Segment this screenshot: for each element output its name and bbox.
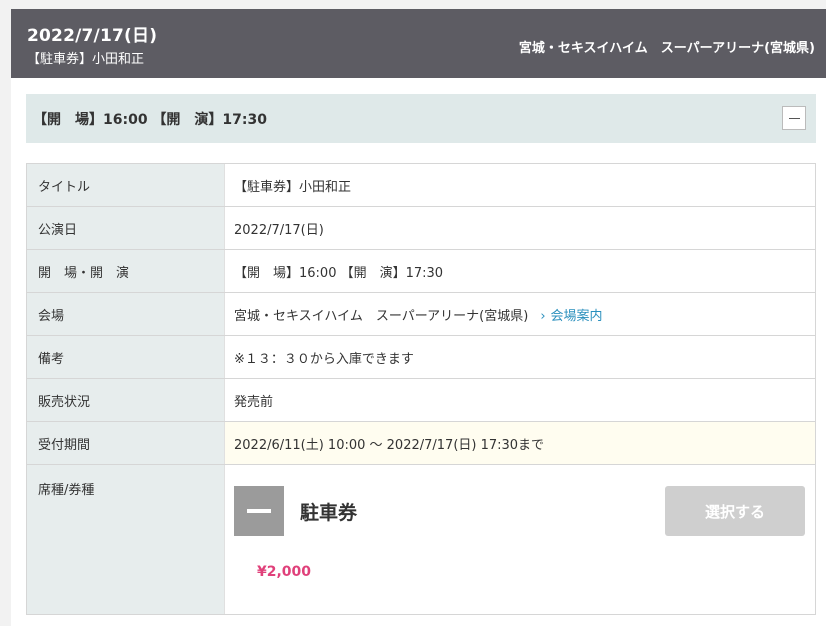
seat-collapse-icon[interactable] — [234, 486, 284, 536]
event-subtitle: 【駐車券】小田和正 — [27, 52, 145, 67]
row-label-seat: 席種/券種 — [27, 465, 225, 614]
table-row: 受付期間 2022/6/11(土) 10:00 ～ 2022/7/17(日) 1… — [27, 422, 815, 465]
seat-price: ¥2,000 — [257, 564, 312, 580]
row-value-open: 【開 場】16:00 【開 演】17:30 — [234, 265, 444, 281]
row-value-title: 【駐車券】小田和正 — [234, 179, 352, 195]
event-card: 2022/7/17(日) 【駐車券】小田和正 宮城・セキスイハイム スーパーアリ… — [11, 9, 826, 626]
row-value-venue: 宮城・セキスイハイム スーパーアリーナ(宮城県) › 会場案内 — [225, 293, 815, 335]
event-venue: 宮城・セキスイハイム スーパーアリーナ(宮城県) — [518, 41, 815, 56]
table-row: 公演日 2022/7/17(日) — [27, 207, 815, 250]
venue-name: 宮城・セキスイハイム スーパーアリーナ(宮城県) — [234, 308, 529, 324]
table-row: 席種/券種 駐車券 選択する ¥2,000 — [27, 465, 815, 615]
row-label-period: 受付期間 — [27, 422, 225, 464]
row-label-open: 開 場・開 演 — [27, 250, 225, 292]
open-time-text: 【開 場】16:00 【開 演】17:30 — [33, 112, 268, 128]
table-row: 会場 宮城・セキスイハイム スーパーアリーナ(宮城県) › 会場案内 — [27, 293, 815, 336]
table-row: 開 場・開 演 【開 場】16:00 【開 演】17:30 — [27, 250, 815, 293]
row-value-date: 2022/7/17(日) — [234, 222, 324, 238]
seat-panel: 駐車券 選択する ¥2,000 — [225, 465, 815, 614]
collapse-icon[interactable] — [782, 106, 806, 130]
chevron-right-icon: › — [540, 308, 546, 324]
event-header: 2022/7/17(日) 【駐車券】小田和正 宮城・セキスイハイム スーパーアリ… — [11, 9, 826, 78]
row-label-status: 販売状況 — [27, 379, 225, 421]
row-value-status: 発売前 — [234, 394, 274, 410]
venue-guide-label: 会場案内 — [550, 308, 603, 324]
row-label-date: 公演日 — [27, 207, 225, 249]
event-date: 2022/7/17(日) — [27, 26, 158, 46]
open-time-bar[interactable]: 【開 場】16:00 【開 演】17:30 — [26, 94, 816, 143]
seat-name: 駐車券 — [300, 502, 358, 524]
row-label-title: タイトル — [27, 164, 225, 206]
table-row: 販売状況 発売前 — [27, 379, 815, 422]
venue-guide-link[interactable]: › 会場案内 — [540, 305, 602, 324]
row-label-notes: 備考 — [27, 336, 225, 378]
row-value-notes: ※１３：３０から入庫できます — [234, 351, 414, 367]
row-label-venue: 会場 — [27, 293, 225, 335]
table-row: 備考 ※１３：３０から入庫できます — [27, 336, 815, 379]
select-button[interactable]: 選択する — [665, 486, 805, 536]
table-row: タイトル 【駐車券】小田和正 — [27, 164, 815, 207]
info-table: タイトル 【駐車券】小田和正 公演日 2022/7/17(日) 開 場・開 演 … — [26, 163, 816, 615]
row-value-period: 2022/6/11(土) 10:00 ～ 2022/7/17(日) 17:30ま… — [225, 422, 815, 464]
